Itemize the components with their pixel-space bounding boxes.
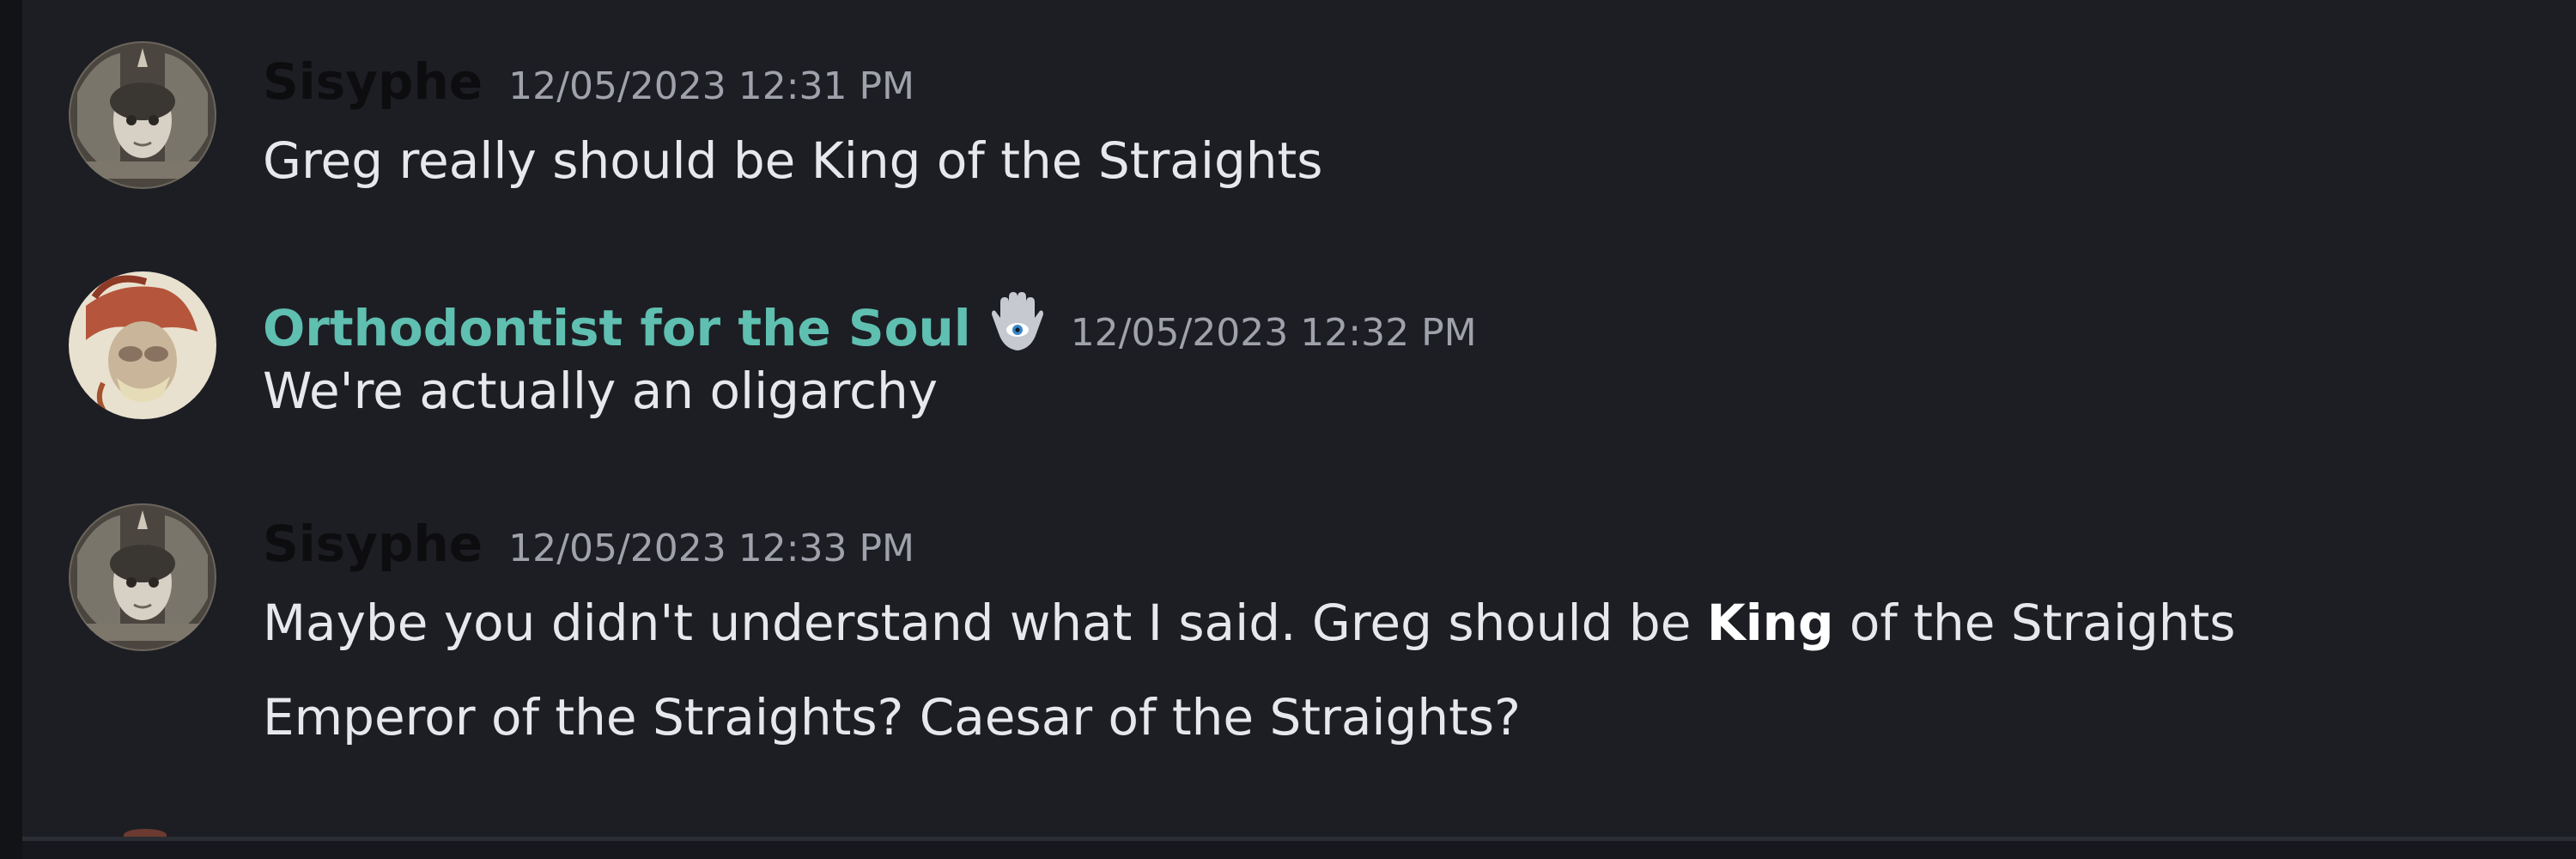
message-text-bold: King: [1706, 594, 1834, 652]
chat-message-list: Sisyphe 12/05/2023 12:31 PM Greg really …: [0, 0, 2576, 859]
username[interactable]: Sisyphe: [263, 519, 483, 569]
message-timestamp: 12/05/2023 12:33 PM: [508, 527, 915, 570]
message-text-segment: Maybe you didn't understand what I said.…: [263, 594, 1707, 652]
orthodontist-avatar[interactable]: [69, 271, 216, 419]
message-text-segment: of the Straights: [1833, 594, 2236, 652]
sisyphe-avatar[interactable]: [69, 503, 216, 651]
hamsa-icon[interactable]: [990, 292, 1045, 352]
username[interactable]: Orthodontist for the Soul: [263, 303, 971, 353]
message-timestamp: 12/05/2023 12:32 PM: [1070, 311, 1477, 355]
message-text: Maybe you didn't understand what I said.…: [263, 598, 2236, 648]
message-text: Emperor of the Straights? Caesar of the …: [263, 688, 1521, 746]
composer-area-edge: [22, 841, 2576, 859]
message-timestamp: 12/05/2023 12:31 PM: [508, 64, 915, 108]
left-rail: [0, 0, 22, 859]
sisyphe-avatar[interactable]: [69, 41, 216, 189]
message-text: We're actually an oligarchy: [263, 362, 939, 420]
message-text: Greg really should be King of the Straig…: [263, 131, 1323, 190]
username[interactable]: Sisyphe: [263, 57, 483, 107]
